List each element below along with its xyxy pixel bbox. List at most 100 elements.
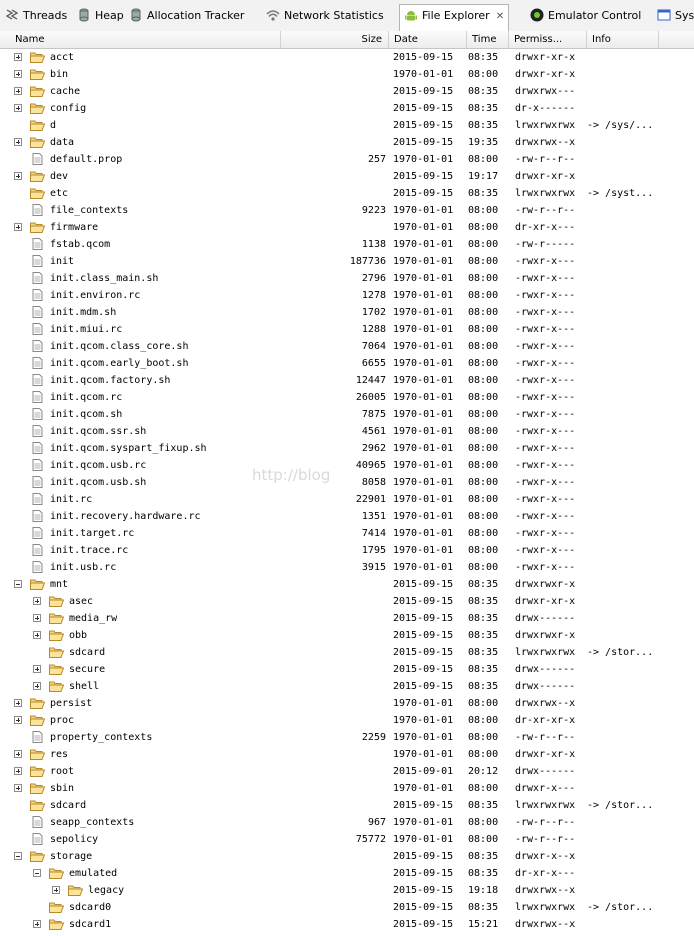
expand-icon[interactable]: [14, 70, 22, 78]
collapse-icon[interactable]: [14, 580, 22, 588]
table-row[interactable]: init.qcom.early_boot.sh 6655 1970-01-01 08:…: [0, 355, 694, 372]
table-row[interactable]: root 2015-09-01 20:12 drwx------: [0, 763, 694, 780]
table-row[interactable]: init.qcom.rc 26005 1970-01-01 08:00 -rwxr-x-…: [0, 389, 694, 406]
column-header-permissions[interactable]: Permiss...: [509, 31, 587, 48]
table-row[interactable]: file_contexts 9223 1970-01-01 08:00 -rw-r--r…: [0, 202, 694, 219]
table-row[interactable]: sepolicy 75772 1970-01-01 08:00 -rw-r--r--: [0, 831, 694, 848]
table-row[interactable]: obb 2015-09-15 08:35 drwxrwxr-x: [0, 627, 694, 644]
table-row[interactable]: init.class_main.sh 2796 1970-01-01 08:00 -rw…: [0, 270, 694, 287]
column-header-name[interactable]: Name: [10, 31, 281, 48]
tab-emulator-control[interactable]: Emulator Control: [530, 5, 641, 27]
table-row[interactable]: media_rw 2015-09-15 08:35 drwx------: [0, 610, 694, 627]
table-row[interactable]: firmware 1970-01-01 08:00 dr-xr-x---: [0, 219, 694, 236]
table-row[interactable]: init.trace.rc 1795 1970-01-01 08:00 -rwxr-x-…: [0, 542, 694, 559]
table-row[interactable]: init.qcom.factory.sh 12447 1970-01-01 08:00…: [0, 372, 694, 389]
table-row[interactable]: res 1970-01-01 08:00 drwxr-xr-x: [0, 746, 694, 763]
table-row[interactable]: init.qcom.sh 7875 1970-01-01 08:00 -rwxr-x--…: [0, 406, 694, 423]
file-permissions: drwxrwx---: [515, 86, 576, 97]
table-row[interactable]: asec 2015-09-15 08:35 drwxr-xr-x: [0, 593, 694, 610]
table-row[interactable]: sdcard 2015-09-15 08:35 lrwxrwxrwx -> /stor.…: [0, 644, 694, 661]
table-row[interactable]: init.environ.rc 1278 1970-01-01 08:00 -rwxr-…: [0, 287, 694, 304]
expand-icon[interactable]: [33, 920, 41, 928]
table-row[interactable]: legacy 2015-09-15 19:18 drwxrwx--x: [0, 882, 694, 899]
expand-icon[interactable]: [14, 138, 22, 146]
collapse-icon[interactable]: [33, 869, 41, 877]
collapse-icon[interactable]: [14, 852, 22, 860]
expand-icon[interactable]: [14, 767, 22, 775]
column-header-info[interactable]: Info: [587, 31, 659, 48]
table-row[interactable]: emulated 2015-09-15 08:35 dr-xr-x---: [0, 865, 694, 882]
tab-threads[interactable]: Threads: [5, 5, 67, 27]
expand-icon[interactable]: [33, 597, 41, 605]
table-row[interactable]: d 2015-09-15 08:35 lrwxrwxrwx -> /sys/...: [0, 117, 694, 134]
table-row[interactable]: property_contexts 2259 1970-01-01 08:00 -rw-…: [0, 729, 694, 746]
table-row[interactable]: secure 2015-09-15 08:35 drwx------: [0, 661, 694, 678]
file-icon: [30, 442, 45, 454]
table-row[interactable]: default.prop 257 1970-01-01 08:00 -rw-r--r--: [0, 151, 694, 168]
table-row[interactable]: cache 2015-09-15 08:35 drwxrwx---: [0, 83, 694, 100]
table-row[interactable]: sdcard0 2015-09-15 08:35 lrwxrwxrwx -> /stor…: [0, 899, 694, 916]
file-permissions: dr-xr-x---: [515, 222, 576, 233]
expand-icon[interactable]: [52, 886, 60, 894]
table-row[interactable]: fstab.qcom 1138 1970-01-01 08:00 -rw-r-----: [0, 236, 694, 253]
expand-icon[interactable]: [14, 172, 22, 180]
file-size: 7414: [361, 528, 386, 539]
expand-icon[interactable]: [14, 104, 22, 112]
table-row[interactable]: init 187736 1970-01-01 08:00 -rwxr-x---: [0, 253, 694, 270]
table-row[interactable]: init.target.rc 7414 1970-01-01 08:00 -rwxr-x…: [0, 525, 694, 542]
table-row[interactable]: dev 2015-09-15 19:17 drwxr-xr-x: [0, 168, 694, 185]
table-row[interactable]: sbin 1970-01-01 08:00 drwxr-x---: [0, 780, 694, 797]
expand-icon[interactable]: [14, 716, 22, 724]
table-row[interactable]: shell 2015-09-15 08:35 drwx------: [0, 678, 694, 695]
table-row[interactable]: init.qcom.class_core.sh 7064 1970-01-01 08:…: [0, 338, 694, 355]
file-info: -> /stor...: [587, 902, 654, 913]
file-time: 08:00: [468, 341, 499, 352]
table-row[interactable]: etc 2015-09-15 08:35 lrwxrwxrwx -> /syst...: [0, 185, 694, 202]
expand-icon[interactable]: [14, 750, 22, 758]
table-row[interactable]: proc 1970-01-01 08:00 dr-xr-xr-x: [0, 712, 694, 729]
table-row[interactable]: init.mdm.sh 1702 1970-01-01 08:00 -rwxr-x---: [0, 304, 694, 321]
expand-icon[interactable]: [33, 665, 41, 673]
table-row[interactable]: init.qcom.usb.rc 40965 1970-01-01 08:00 -rwx…: [0, 457, 694, 474]
expand-icon[interactable]: [14, 87, 22, 95]
table-row[interactable]: persist 1970-01-01 08:00 drwxrwx--x: [0, 695, 694, 712]
file-time: 08:00: [468, 698, 499, 709]
column-header-size[interactable]: Size: [281, 31, 389, 48]
expand-icon[interactable]: [33, 631, 41, 639]
table-row[interactable]: init.usb.rc 3915 1970-01-01 08:00 -rwxr-x---: [0, 559, 694, 576]
column-header-date[interactable]: Date: [389, 31, 467, 48]
table-row[interactable]: sdcard1 2015-09-15 15:21 drwxrwx--x: [0, 916, 694, 933]
table-row[interactable]: bin 1970-01-01 08:00 drwxr-xr-x: [0, 66, 694, 83]
expand-icon[interactable]: [14, 784, 22, 792]
tab-file-explorer[interactable]: File Explorer ✕: [399, 4, 510, 31]
tab-allocation-tracker[interactable]: Allocation Tracker: [129, 5, 244, 27]
table-row[interactable]: init.recovery.hardware.rc 1351 1970-01-01 0…: [0, 508, 694, 525]
folder-icon: [49, 629, 65, 641]
table-row[interactable]: seapp_contexts 967 1970-01-01 08:00 -rw-r--r…: [0, 814, 694, 831]
expand-icon[interactable]: [33, 682, 41, 690]
expand-icon[interactable]: [14, 699, 22, 707]
file-icon: [30, 527, 45, 539]
column-header-time[interactable]: Time: [467, 31, 509, 48]
table-row[interactable]: storage 2015-09-15 08:35 drwxr-x--x: [0, 848, 694, 865]
table-row[interactable]: data 2015-09-15 19:35 drwxrwx--x: [0, 134, 694, 151]
table-row[interactable]: init.rc 22901 1970-01-01 08:00 -rwxr-x---: [0, 491, 694, 508]
file-date: 1970-01-01: [393, 69, 454, 80]
file-permissions: lrwxrwxrwx: [515, 120, 576, 131]
folder-icon: [30, 799, 46, 811]
table-row[interactable]: acct 2015-09-15 08:35 drwxr-xr-x: [0, 49, 694, 66]
table-row[interactable]: init.qcom.syspart_fixup.sh 2962 1970-01-01…: [0, 440, 694, 457]
expand-icon[interactable]: [14, 223, 22, 231]
tab-heap[interactable]: Heap: [77, 5, 124, 27]
close-tab-icon[interactable]: ✕: [496, 11, 504, 22]
table-row[interactable]: init.qcom.usb.sh 8058 1970-01-01 08:00 -rwxr…: [0, 474, 694, 491]
table-row[interactable]: mnt 2015-09-15 08:35 drwxrwxr-x: [0, 576, 694, 593]
table-row[interactable]: config 2015-09-15 08:35 dr-x------: [0, 100, 694, 117]
table-row[interactable]: sdcard 2015-09-15 08:35 lrwxrwxrwx -> /stor.…: [0, 797, 694, 814]
expand-icon[interactable]: [14, 53, 22, 61]
expand-icon[interactable]: [33, 614, 41, 622]
table-row[interactable]: init.qcom.ssr.sh 4561 1970-01-01 08:00 -rwxr…: [0, 423, 694, 440]
tab-network-statistics[interactable]: Network Statistics: [266, 5, 384, 27]
table-row[interactable]: init.miui.rc 1288 1970-01-01 08:00 -rwxr-x--…: [0, 321, 694, 338]
tab-system-info[interactable]: Sys: [657, 5, 694, 27]
